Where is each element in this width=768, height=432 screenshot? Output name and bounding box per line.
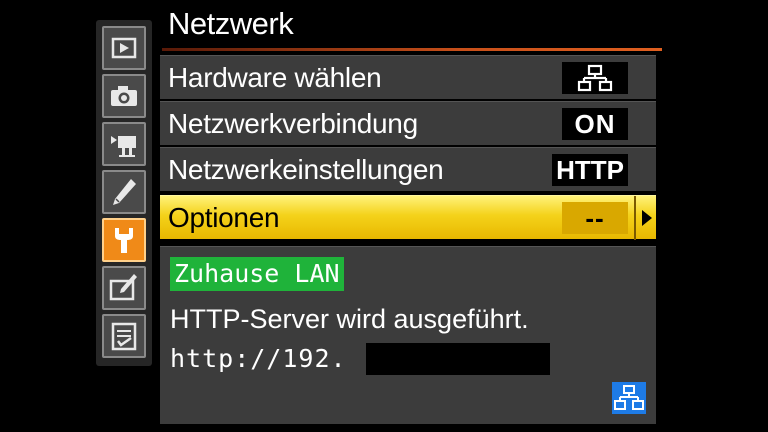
menu-item-value: ON <box>562 108 628 140</box>
server-url-text: http://192. <box>170 344 347 373</box>
network-icon <box>577 64 613 92</box>
setup-menu-tab[interactable] <box>102 218 146 262</box>
menu-item-options[interactable]: Optionen -- <box>160 195 656 240</box>
menu-item-label: Hardware wählen <box>168 62 382 93</box>
menu-item-label: Netzwerkverbindung <box>168 108 418 139</box>
shooting-menu-tab[interactable] <box>102 74 146 118</box>
profile-name-badge: Zuhause LAN <box>170 257 344 291</box>
chevron-right-icon[interactable] <box>634 196 656 240</box>
playback-menu-tab[interactable] <box>102 26 146 70</box>
network-status-panel: Zuhause LAN HTTP-Server wird ausgeführt.… <box>160 246 656 424</box>
menu-tab-column <box>96 20 152 366</box>
menu-item-label: Netzwerkeinstellungen <box>168 154 444 185</box>
menu-item-network-settings[interactable]: Netzwerkeinstellungen HTTP <box>160 147 656 191</box>
menu-item-hardware[interactable]: Hardware wählen <box>160 55 656 99</box>
menu-item-value: -- <box>562 202 628 234</box>
custom-settings-tab[interactable] <box>102 170 146 214</box>
my-menu-tab[interactable] <box>102 314 146 358</box>
network-icon <box>612 382 646 414</box>
list-check-icon <box>111 322 137 351</box>
retouch-brush-icon <box>109 274 137 301</box>
play-icon <box>111 37 137 59</box>
camera-icon <box>111 86 137 106</box>
redacted-address-block <box>366 343 550 375</box>
camera-menu-screen: Netzwerk Hardware wählen Netzwerkverbind… <box>0 0 768 432</box>
menu-item-value <box>562 62 628 94</box>
title-divider <box>162 48 662 51</box>
retouch-menu-tab[interactable] <box>102 266 146 310</box>
movie-camera-icon <box>111 136 136 157</box>
menu-item-network-connection[interactable]: Netzwerkverbindung ON <box>160 101 656 145</box>
pencil-icon <box>113 179 136 205</box>
server-status-text: HTTP-Server wird ausgeführt. <box>170 304 529 334</box>
wrench-icon <box>115 228 133 253</box>
menu-item-label: Optionen <box>168 202 280 233</box>
menu-item-value: HTTP <box>552 154 628 186</box>
movie-menu-tab[interactable] <box>102 122 146 166</box>
page-title: Netzwerk <box>168 6 294 41</box>
